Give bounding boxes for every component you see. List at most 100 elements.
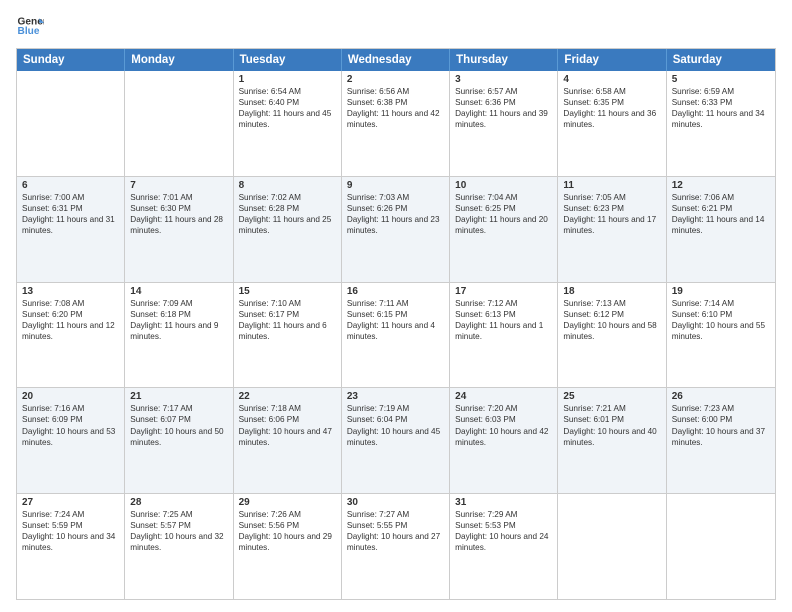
day-info: Sunrise: 6:58 AM Sunset: 6:35 PM Dayligh… [563,86,660,130]
day-info: Sunrise: 7:29 AM Sunset: 5:53 PM Dayligh… [455,509,552,553]
day-info: Sunrise: 6:57 AM Sunset: 6:36 PM Dayligh… [455,86,552,130]
weekday-header: Friday [558,49,666,71]
day-number: 9 [347,180,444,191]
calendar-day-cell: 12Sunrise: 7:06 AM Sunset: 6:21 PM Dayli… [667,177,775,282]
day-info: Sunrise: 7:21 AM Sunset: 6:01 PM Dayligh… [563,403,660,447]
calendar-day-cell: 17Sunrise: 7:12 AM Sunset: 6:13 PM Dayli… [450,283,558,388]
day-info: Sunrise: 7:04 AM Sunset: 6:25 PM Dayligh… [455,192,552,236]
day-info: Sunrise: 7:09 AM Sunset: 6:18 PM Dayligh… [130,298,227,342]
calendar-day-cell: 26Sunrise: 7:23 AM Sunset: 6:00 PM Dayli… [667,388,775,493]
day-info: Sunrise: 7:12 AM Sunset: 6:13 PM Dayligh… [455,298,552,342]
day-info: Sunrise: 6:56 AM Sunset: 6:38 PM Dayligh… [347,86,444,130]
day-number: 20 [22,391,119,402]
day-number: 13 [22,286,119,297]
day-number: 17 [455,286,552,297]
day-info: Sunrise: 7:26 AM Sunset: 5:56 PM Dayligh… [239,509,336,553]
calendar-row: 13Sunrise: 7:08 AM Sunset: 6:20 PM Dayli… [17,282,775,388]
day-number: 24 [455,391,552,402]
calendar-day-cell: 2Sunrise: 6:56 AM Sunset: 6:38 PM Daylig… [342,71,450,176]
calendar-day-cell: 11Sunrise: 7:05 AM Sunset: 6:23 PM Dayli… [558,177,666,282]
day-number: 30 [347,497,444,508]
calendar-day-cell: 28Sunrise: 7:25 AM Sunset: 5:57 PM Dayli… [125,494,233,599]
day-info: Sunrise: 7:11 AM Sunset: 6:15 PM Dayligh… [347,298,444,342]
day-info: Sunrise: 7:05 AM Sunset: 6:23 PM Dayligh… [563,192,660,236]
day-info: Sunrise: 7:23 AM Sunset: 6:00 PM Dayligh… [672,403,770,447]
calendar-empty-cell [667,494,775,599]
calendar-day-cell: 30Sunrise: 7:27 AM Sunset: 5:55 PM Dayli… [342,494,450,599]
weekday-header: Sunday [17,49,125,71]
day-number: 25 [563,391,660,402]
day-info: Sunrise: 7:10 AM Sunset: 6:17 PM Dayligh… [239,298,336,342]
day-number: 11 [563,180,660,191]
day-number: 12 [672,180,770,191]
calendar-day-cell: 13Sunrise: 7:08 AM Sunset: 6:20 PM Dayli… [17,283,125,388]
day-info: Sunrise: 7:01 AM Sunset: 6:30 PM Dayligh… [130,192,227,236]
calendar-day-cell: 20Sunrise: 7:16 AM Sunset: 6:09 PM Dayli… [17,388,125,493]
weekday-header: Wednesday [342,49,450,71]
day-info: Sunrise: 7:08 AM Sunset: 6:20 PM Dayligh… [22,298,119,342]
day-info: Sunrise: 7:25 AM Sunset: 5:57 PM Dayligh… [130,509,227,553]
svg-text:Blue: Blue [18,26,40,37]
calendar-empty-cell [558,494,666,599]
calendar-day-cell: 6Sunrise: 7:00 AM Sunset: 6:31 PM Daylig… [17,177,125,282]
calendar-day-cell: 3Sunrise: 6:57 AM Sunset: 6:36 PM Daylig… [450,71,558,176]
day-number: 5 [672,74,770,85]
day-number: 2 [347,74,444,85]
day-number: 4 [563,74,660,85]
calendar-row: 1Sunrise: 6:54 AM Sunset: 6:40 PM Daylig… [17,71,775,176]
day-info: Sunrise: 7:20 AM Sunset: 6:03 PM Dayligh… [455,403,552,447]
day-number: 29 [239,497,336,508]
day-number: 26 [672,391,770,402]
day-info: Sunrise: 7:02 AM Sunset: 6:28 PM Dayligh… [239,192,336,236]
calendar-day-cell: 14Sunrise: 7:09 AM Sunset: 6:18 PM Dayli… [125,283,233,388]
calendar-day-cell: 27Sunrise: 7:24 AM Sunset: 5:59 PM Dayli… [17,494,125,599]
day-number: 14 [130,286,227,297]
day-info: Sunrise: 7:27 AM Sunset: 5:55 PM Dayligh… [347,509,444,553]
day-info: Sunrise: 6:59 AM Sunset: 6:33 PM Dayligh… [672,86,770,130]
logo-icon: General Blue [16,12,44,40]
logo: General Blue [16,12,44,40]
calendar-row: 20Sunrise: 7:16 AM Sunset: 6:09 PM Dayli… [17,387,775,493]
day-number: 28 [130,497,227,508]
weekday-header: Monday [125,49,233,71]
day-number: 19 [672,286,770,297]
calendar-day-cell: 19Sunrise: 7:14 AM Sunset: 6:10 PM Dayli… [667,283,775,388]
calendar-empty-cell [17,71,125,176]
calendar-day-cell: 16Sunrise: 7:11 AM Sunset: 6:15 PM Dayli… [342,283,450,388]
calendar-day-cell: 25Sunrise: 7:21 AM Sunset: 6:01 PM Dayli… [558,388,666,493]
day-info: Sunrise: 7:16 AM Sunset: 6:09 PM Dayligh… [22,403,119,447]
calendar-day-cell: 9Sunrise: 7:03 AM Sunset: 6:26 PM Daylig… [342,177,450,282]
calendar-day-cell: 8Sunrise: 7:02 AM Sunset: 6:28 PM Daylig… [234,177,342,282]
calendar-day-cell: 29Sunrise: 7:26 AM Sunset: 5:56 PM Dayli… [234,494,342,599]
day-info: Sunrise: 7:03 AM Sunset: 6:26 PM Dayligh… [347,192,444,236]
day-info: Sunrise: 7:19 AM Sunset: 6:04 PM Dayligh… [347,403,444,447]
calendar-day-cell: 22Sunrise: 7:18 AM Sunset: 6:06 PM Dayli… [234,388,342,493]
calendar-body: 1Sunrise: 6:54 AM Sunset: 6:40 PM Daylig… [17,71,775,599]
calendar-header: SundayMondayTuesdayWednesdayThursdayFrid… [17,49,775,71]
calendar-day-cell: 31Sunrise: 7:29 AM Sunset: 5:53 PM Dayli… [450,494,558,599]
calendar-row: 6Sunrise: 7:00 AM Sunset: 6:31 PM Daylig… [17,176,775,282]
weekday-header: Saturday [667,49,775,71]
day-number: 18 [563,286,660,297]
day-info: Sunrise: 7:00 AM Sunset: 6:31 PM Dayligh… [22,192,119,236]
day-info: Sunrise: 6:54 AM Sunset: 6:40 PM Dayligh… [239,86,336,130]
calendar-day-cell: 21Sunrise: 7:17 AM Sunset: 6:07 PM Dayli… [125,388,233,493]
day-number: 22 [239,391,336,402]
day-number: 8 [239,180,336,191]
calendar-day-cell: 15Sunrise: 7:10 AM Sunset: 6:17 PM Dayli… [234,283,342,388]
calendar-day-cell: 4Sunrise: 6:58 AM Sunset: 6:35 PM Daylig… [558,71,666,176]
day-number: 16 [347,286,444,297]
day-number: 15 [239,286,336,297]
calendar-day-cell: 10Sunrise: 7:04 AM Sunset: 6:25 PM Dayli… [450,177,558,282]
day-number: 21 [130,391,227,402]
calendar-day-cell: 23Sunrise: 7:19 AM Sunset: 6:04 PM Dayli… [342,388,450,493]
weekday-header: Thursday [450,49,558,71]
calendar-day-cell: 7Sunrise: 7:01 AM Sunset: 6:30 PM Daylig… [125,177,233,282]
calendar-row: 27Sunrise: 7:24 AM Sunset: 5:59 PM Dayli… [17,493,775,599]
calendar-empty-cell [125,71,233,176]
day-number: 31 [455,497,552,508]
day-number: 7 [130,180,227,191]
calendar-day-cell: 18Sunrise: 7:13 AM Sunset: 6:12 PM Dayli… [558,283,666,388]
day-number: 6 [22,180,119,191]
day-info: Sunrise: 7:17 AM Sunset: 6:07 PM Dayligh… [130,403,227,447]
